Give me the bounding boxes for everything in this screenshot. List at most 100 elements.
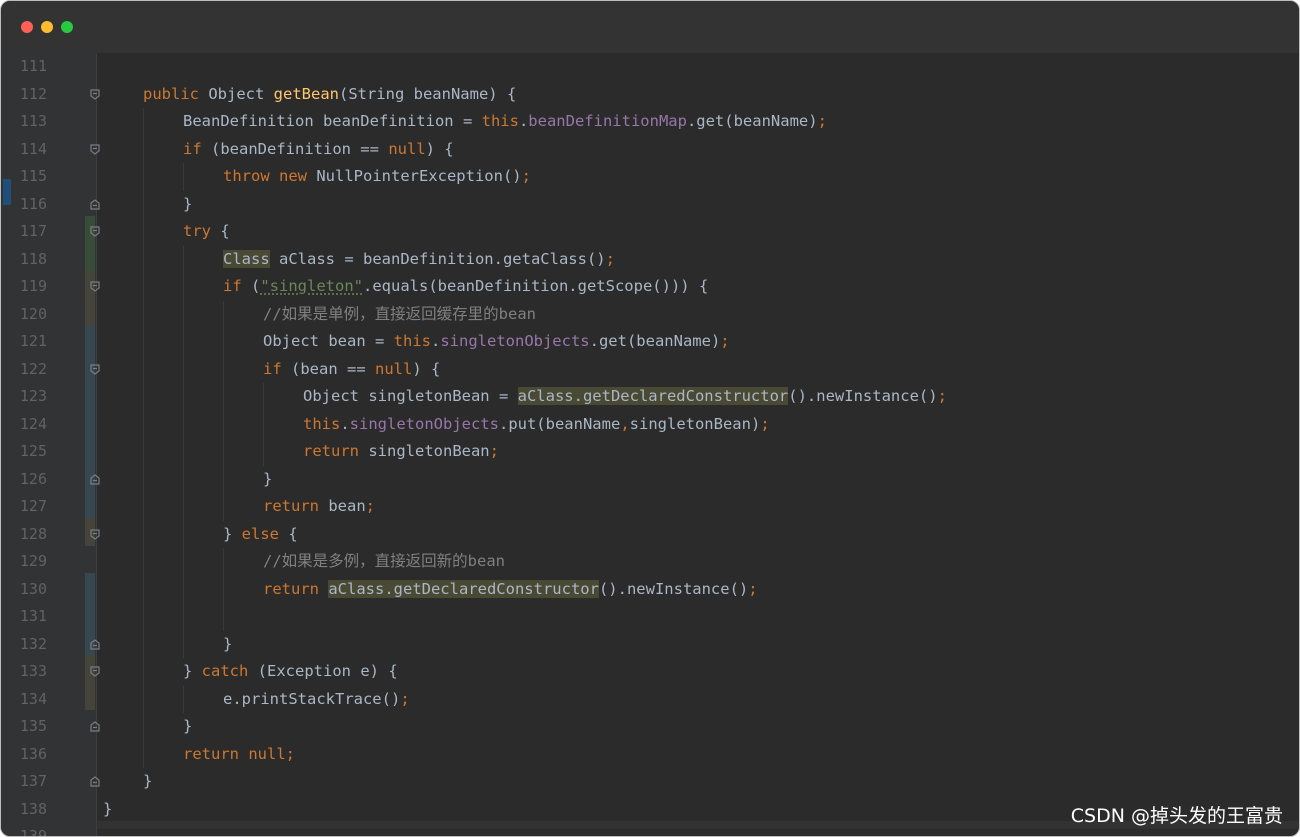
code-text[interactable]: }	[183, 713, 192, 741]
line-number[interactable]: 139	[13, 823, 47, 836]
line-number[interactable]: 134	[13, 686, 47, 714]
fold-close-icon[interactable]	[90, 638, 100, 650]
code-editor[interactable]: 111 112 public Object getBean(String beanN…	[1, 53, 1299, 836]
code-line[interactable]: 135}	[1, 713, 1299, 741]
code-line[interactable]: 134 e.printStackTrace();	[1, 685, 1299, 714]
close-window-button[interactable]	[21, 21, 33, 33]
code-token: ;	[605, 249, 615, 268]
code-line[interactable]: 129 //如果是多例，直接返回新的bean	[1, 548, 1299, 576]
line-number[interactable]: 111	[13, 53, 47, 81]
code-text[interactable]: BeanDefinition beanDefinition = this.bea…	[183, 108, 827, 136]
line-number[interactable]: 126	[13, 466, 47, 494]
code-line[interactable]: 116}	[1, 190, 1299, 219]
line-number[interactable]: 128	[13, 521, 47, 549]
minimize-window-button[interactable]	[41, 21, 53, 33]
code-line[interactable]: 114 if (beanDefinition == null) {	[1, 135, 1299, 164]
code-line[interactable]: 132}	[1, 630, 1299, 659]
code-line[interactable]: 126}	[1, 465, 1299, 494]
code-line[interactable]: 117 try {	[1, 218, 1299, 246]
line-number[interactable]: 130	[13, 576, 47, 604]
line-number[interactable]: 113	[13, 108, 47, 136]
code-text[interactable]: }	[103, 796, 112, 824]
line-number[interactable]: 135	[13, 713, 47, 741]
line-number[interactable]: 136	[13, 741, 47, 769]
code-text[interactable]: return singletonBean;	[303, 438, 499, 466]
code-text[interactable]: this.singletonObjects.put(beanName,singl…	[303, 411, 770, 439]
code-text[interactable]: } catch (Exception e) {	[183, 658, 398, 686]
code-line[interactable]: 137}	[1, 768, 1299, 796]
code-line[interactable]: 121 Object bean = this.singletonObjects.g…	[1, 328, 1299, 356]
code-line[interactable]: 111	[1, 53, 1299, 81]
code-line[interactable]: 118 Class aClass = beanDefinition.getaCla…	[1, 245, 1299, 274]
line-number[interactable]: 115	[13, 163, 47, 191]
line-number[interactable]: 118	[13, 246, 47, 274]
code-line[interactable]: 124 this.singletonObjects.put(beanName,si…	[1, 410, 1299, 439]
code-text[interactable]: Object singletonBean = aClass.getDeclare…	[303, 383, 947, 411]
fold-open-icon[interactable]	[90, 88, 100, 100]
line-number[interactable]: 138	[13, 796, 47, 824]
code-text[interactable]: return aClass.getDeclaredConstructor().n…	[263, 576, 758, 604]
code-text[interactable]: if ("singleton".equals(beanDefinition.ge…	[223, 273, 708, 301]
fold-close-icon[interactable]	[90, 776, 100, 787]
fold-close-icon[interactable]	[90, 473, 100, 485]
line-number[interactable]: 124	[13, 411, 47, 439]
code-line[interactable]: 127 return bean;	[1, 493, 1299, 521]
code-line[interactable]: 136 return null;	[1, 740, 1299, 769]
code-text[interactable]: }	[143, 768, 152, 796]
code-line[interactable]: 128 } else {	[1, 520, 1299, 549]
code-text[interactable]: //如果是多例，直接返回新的bean	[263, 548, 505, 576]
code-text[interactable]: e.printStackTrace();	[223, 686, 410, 714]
zoom-window-button[interactable]	[61, 21, 73, 33]
code-text[interactable]: throw new NullPointerException();	[223, 163, 531, 191]
line-number[interactable]: 123	[13, 383, 47, 411]
code-line[interactable]: 123 Object singletonBean = aClass.getDecl…	[1, 383, 1299, 411]
code-text[interactable]: return null;	[183, 741, 295, 769]
line-number[interactable]: 127	[13, 493, 47, 521]
code-text[interactable]: }	[183, 191, 192, 219]
line-number[interactable]: 114	[13, 136, 47, 164]
line-number[interactable]: 122	[13, 356, 47, 384]
line-number[interactable]: 116	[13, 191, 47, 219]
code-text[interactable]: public Object getBean(String beanName) {	[143, 81, 516, 109]
line-number[interactable]: 119	[13, 273, 47, 301]
fold-open-icon[interactable]	[90, 363, 100, 375]
code-line[interactable]: 112 public Object getBean(String beanName…	[1, 81, 1299, 109]
code-text[interactable]: }	[263, 466, 272, 494]
code-line[interactable]: 133 } catch (Exception e) {	[1, 658, 1299, 686]
fold-open-icon[interactable]	[90, 528, 100, 540]
fold-close-icon[interactable]	[90, 721, 100, 732]
line-number[interactable]: 131	[13, 603, 47, 631]
fold-open-icon[interactable]	[90, 226, 100, 237]
code-line[interactable]: 115 throw new NullPointerException();	[1, 163, 1299, 191]
code-text[interactable]: try {	[183, 218, 230, 246]
code-line[interactable]: 122 if (bean == null) {	[1, 355, 1299, 384]
code-line[interactable]: 119 if ("singleton".equals(beanDefinition…	[1, 273, 1299, 301]
code-text[interactable]: if (beanDefinition == null) {	[183, 136, 454, 164]
code-line[interactable]: 131	[1, 603, 1299, 631]
code-text[interactable]: if (bean == null) {	[263, 356, 440, 384]
line-number[interactable]: 112	[13, 81, 47, 109]
indent-guide	[143, 245, 144, 273]
code-text[interactable]: return bean;	[263, 493, 375, 521]
line-number[interactable]: 120	[13, 301, 47, 329]
code-text[interactable]: } else {	[223, 521, 298, 549]
code-text[interactable]: Object bean = this.singletonObjects.get(…	[263, 328, 730, 356]
fold-open-icon[interactable]	[90, 143, 100, 155]
code-text[interactable]: Class aClass = beanDefinition.getaClass(…	[223, 246, 615, 274]
line-number[interactable]: 137	[13, 768, 47, 796]
line-number[interactable]: 132	[13, 631, 47, 659]
fold-close-icon[interactable]	[90, 198, 100, 210]
line-number[interactable]: 129	[13, 548, 47, 576]
line-number[interactable]: 125	[13, 438, 47, 466]
code-line[interactable]: 120 //如果是单例，直接返回缓存里的bean	[1, 300, 1299, 329]
line-number[interactable]: 117	[13, 218, 47, 246]
line-number[interactable]: 133	[13, 658, 47, 686]
code-line[interactable]: 113 BeanDefinition beanDefinition = this.…	[1, 108, 1299, 136]
line-number[interactable]: 121	[13, 328, 47, 356]
code-line[interactable]: 130 return aClass.getDeclaredConstructor(…	[1, 575, 1299, 604]
code-line[interactable]: 125 return singletonBean;	[1, 438, 1299, 466]
code-text[interactable]: }	[223, 631, 232, 659]
fold-open-icon[interactable]	[90, 281, 100, 292]
code-text[interactable]: //如果是单例，直接返回缓存里的bean	[263, 301, 536, 329]
fold-open-icon[interactable]	[90, 666, 100, 677]
